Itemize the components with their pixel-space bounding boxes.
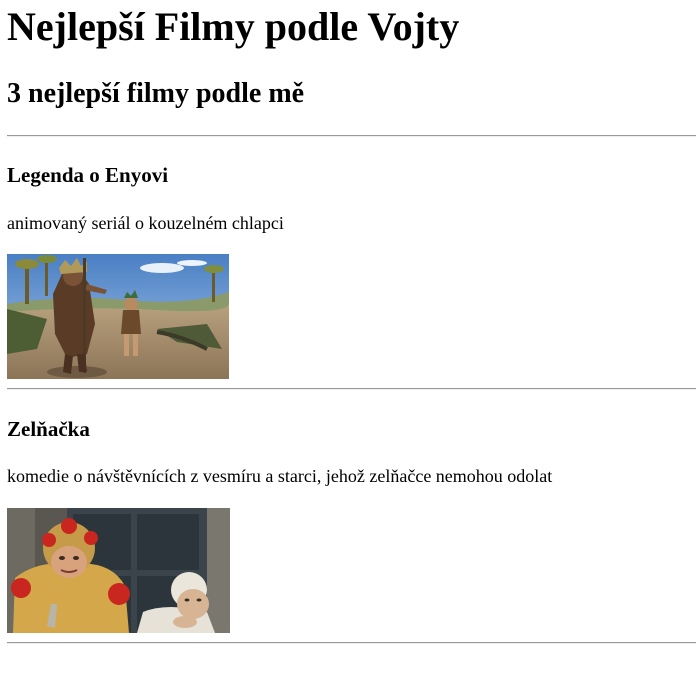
film-description: komedie o návštěvnících z vesmíru a star… — [7, 466, 553, 486]
film-title: Zelňačka — [7, 417, 90, 441]
film-image — [7, 508, 230, 633]
divider — [7, 642, 696, 644]
film-image — [7, 254, 229, 379]
film-description: animovaný seriál o kouzelném chlapci — [7, 213, 284, 233]
page: Nejlepší Filmy podle Vojty 3 nejlepší fi… — [0, 0, 696, 675]
divider — [7, 388, 696, 390]
page-title: Nejlepší Filmy podle Vojty — [7, 4, 460, 49]
divider — [7, 135, 696, 137]
page-subtitle: 3 nejlepší filmy podle mě — [7, 78, 305, 109]
film-image-picture — [7, 254, 229, 379]
film-image-picture — [7, 508, 230, 633]
film-title: Legenda o Enyovi — [7, 163, 169, 187]
